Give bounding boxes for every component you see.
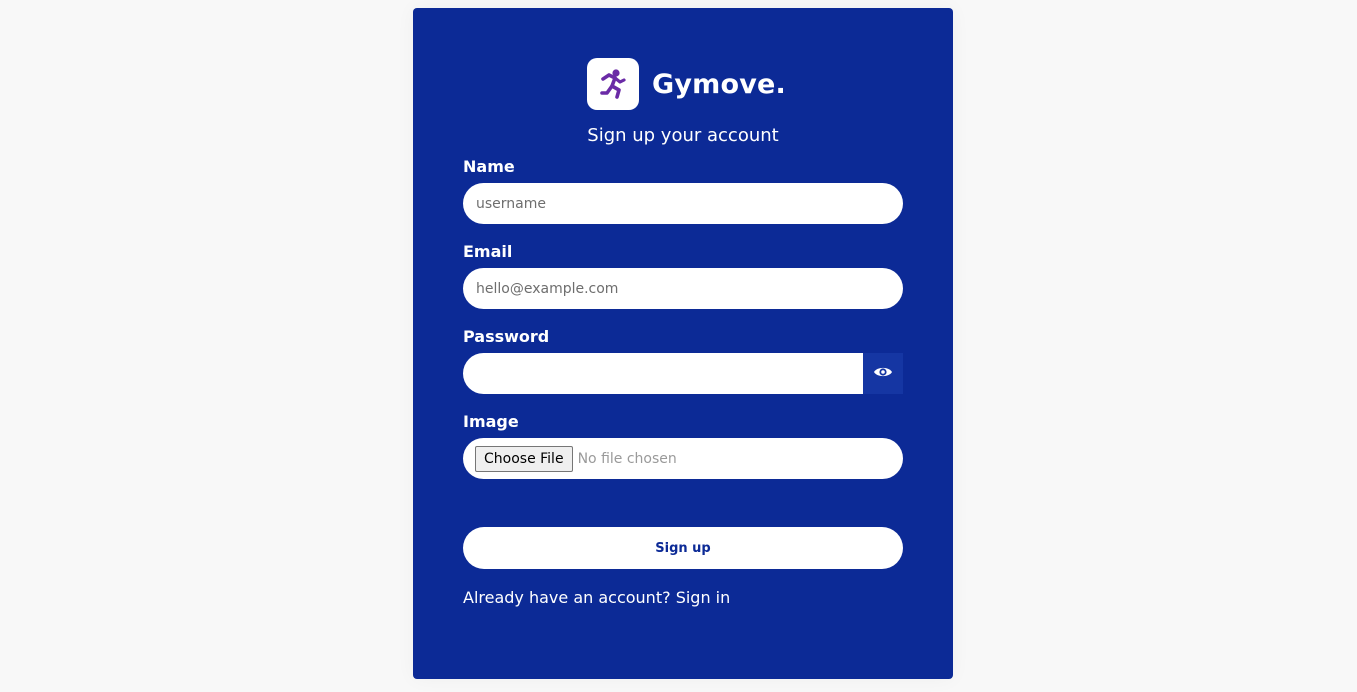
image-label: Image [463, 412, 519, 431]
password-visibility-toggle[interactable] [863, 353, 903, 394]
password-input[interactable] [463, 353, 863, 394]
signin-prompt-text: Already have an account? [463, 588, 671, 607]
brand-name: Gymove. [652, 68, 787, 100]
choose-file-button[interactable]: Choose File [475, 445, 573, 472]
signup-card: Gymove. Sign up your account Name Email … [413, 8, 953, 679]
brand-logo: Gymove. [587, 58, 786, 110]
sign-up-button[interactable]: Sign up [463, 527, 903, 569]
file-status-text: No file chosen [577, 450, 677, 467]
sign-in-link[interactable]: Sign in [676, 588, 731, 607]
signin-prompt: Already have an account? Sign in [463, 588, 730, 607]
password-label: Password [463, 327, 550, 346]
page-heading: Sign up your account [587, 125, 779, 146]
eye-icon [873, 364, 893, 383]
email-input[interactable] [463, 268, 903, 309]
email-label: Email [463, 242, 513, 261]
name-label: Name [463, 157, 515, 176]
image-file-input[interactable]: Choose File No file chosen [463, 438, 903, 479]
name-input[interactable] [463, 183, 903, 224]
running-person-icon [587, 58, 639, 110]
